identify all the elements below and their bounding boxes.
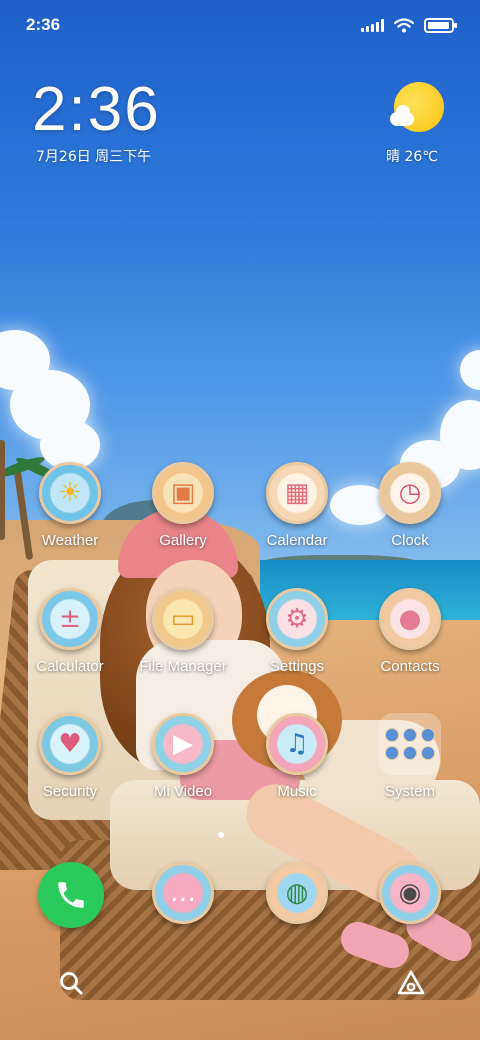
status-bar: 2:36 (0, 0, 480, 50)
dock-camera-button[interactable]: ◉ (355, 862, 465, 924)
dock-browser-button[interactable]: ◍ (242, 862, 352, 924)
wifi-icon (394, 17, 414, 32)
app-gallery[interactable]: ▣ Gallery (128, 462, 238, 549)
app-label: Settings (269, 658, 325, 675)
gear-icon: ⚙ (266, 588, 328, 650)
phone-icon (58, 882, 84, 908)
palm-tree (0, 440, 5, 540)
sunny-cloud-icon[interactable] (388, 82, 444, 138)
calculator-icon: ± (39, 588, 101, 650)
headphones-icon: ♫ (266, 713, 328, 775)
app-weather[interactable]: ☀ Weather (15, 462, 125, 549)
browser-icon: ◍ (266, 862, 328, 924)
status-time: 2:36 (26, 15, 61, 34)
app-label: Music (277, 783, 317, 800)
clock-widget-date[interactable]: 7月26日 周三下午 (36, 146, 151, 166)
app-calendar[interactable]: ▦ Calendar (242, 462, 352, 549)
folder-icon: ▭ (152, 588, 214, 650)
dock-phone-button[interactable] (38, 862, 104, 928)
app-music[interactable]: ♫ Music (242, 713, 352, 800)
dock-messages-button[interactable]: … (128, 862, 238, 924)
page-indicator-dot (218, 832, 224, 838)
folder-grid-icon (379, 713, 441, 775)
weather-widget-text[interactable]: 晴 26℃ (386, 146, 438, 166)
camera-icon: ◉ (379, 862, 441, 924)
app-mi-video[interactable]: ▶ Mi Video (128, 713, 238, 800)
assistant-icon[interactable] (396, 970, 426, 996)
app-label: System (384, 783, 435, 800)
app-label: Contacts (380, 658, 440, 675)
gallery-icon: ▣ (152, 462, 214, 524)
shield-icon: ♥ (39, 713, 101, 775)
calendar-icon: ▦ (266, 462, 328, 524)
app-label: File Manager (139, 658, 227, 675)
app-label: Gallery (159, 532, 207, 549)
app-calculator[interactable]: ± Calculator (15, 588, 125, 675)
battery-level (428, 21, 449, 29)
signal-icon (361, 18, 384, 32)
app-system[interactable]: System (355, 713, 465, 800)
clock-widget-time[interactable]: 2:36 (32, 74, 161, 145)
search-icon[interactable] (58, 970, 84, 996)
app-clock[interactable]: ◷ Clock (355, 462, 465, 549)
app-label: Calendar (266, 532, 328, 549)
app-settings[interactable]: ⚙ Settings (242, 588, 352, 675)
clock-icon: ◷ (379, 462, 441, 524)
app-label: Security (42, 783, 98, 800)
app-contacts[interactable]: ● Contacts (355, 588, 465, 675)
weather-icon: ☀ (39, 462, 101, 524)
app-label: Mi Video (153, 783, 213, 800)
messages-icon: … (152, 862, 214, 924)
status-icons (361, 17, 457, 33)
app-file-manager[interactable]: ▭ File Manager (128, 588, 238, 675)
app-label: Calculator (36, 658, 104, 675)
contacts-icon: ● (379, 588, 441, 650)
app-security[interactable]: ♥ Security (15, 713, 125, 800)
video-icon: ▶ (152, 713, 214, 775)
app-label: Clock (391, 532, 429, 549)
battery-icon (424, 17, 457, 33)
app-label: Weather (41, 532, 99, 549)
